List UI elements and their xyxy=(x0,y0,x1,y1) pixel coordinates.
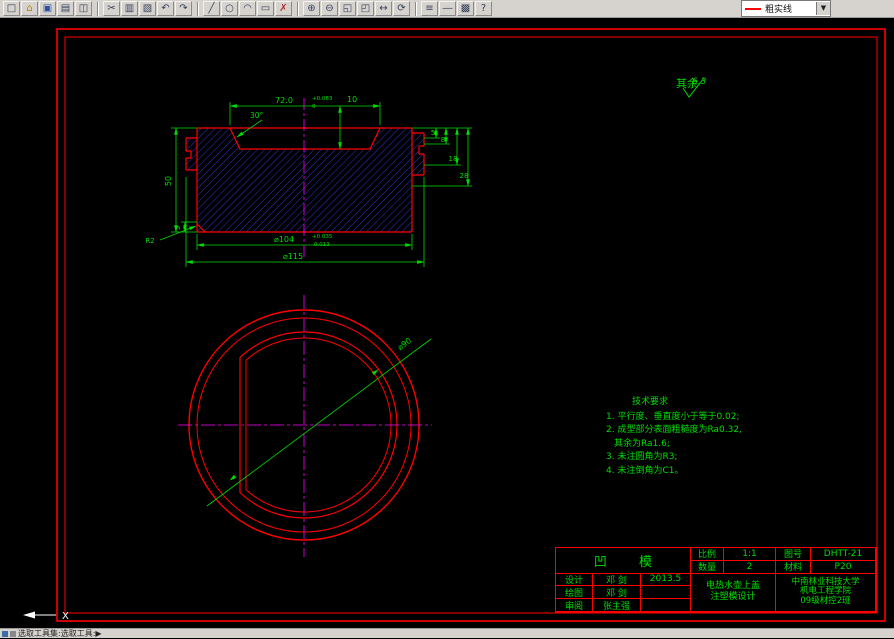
layers-button[interactable]: ≡ xyxy=(421,1,438,16)
cut-button[interactable]: ✂ xyxy=(103,1,120,16)
print-button[interactable]: ▤ xyxy=(57,1,74,16)
drawing-area[interactable]: 72.0 +0.083 0 10 30° 5 8 18 28 50 5 R2 ⌀… xyxy=(0,18,894,628)
color-button[interactable]: ▩ xyxy=(457,1,474,16)
redraw-button[interactable]: ⟳ xyxy=(393,1,410,16)
dim-18-label: 18 xyxy=(449,155,458,163)
dim-5-right-label: 5 xyxy=(431,129,435,137)
dim-72-tol-upper: +0.083 xyxy=(312,96,333,102)
tech-req-line: 3. 未注圆角为R3; xyxy=(606,452,678,462)
dim-50-label: 50 xyxy=(164,176,173,186)
quantity-label: 数量 xyxy=(691,560,724,574)
reviewer-name: 张主强 xyxy=(593,599,641,612)
reviewer-label: 审阅 xyxy=(556,599,593,612)
circle-view: ⌀90 xyxy=(178,295,432,557)
circle-tool-button[interactable]: ○ xyxy=(221,1,238,16)
toolbar-separator xyxy=(415,1,417,16)
save-button[interactable]: ▣ xyxy=(39,1,56,16)
main-toolbar: □ ⌂ ▣ ▤ ◫ ✂ ▥ ▧ ↶ ↷ ╱ ○ ◠ ▭ ✗ ⊕ ⊖ ◱ ◰ ↔ … xyxy=(0,0,894,18)
copy-button[interactable]: ▥ xyxy=(121,1,138,16)
tech-req-title: 技术要求 xyxy=(632,397,669,407)
status-bar: 选取工具集:选取工具:▶ xyxy=(0,628,894,638)
drawing-canvas[interactable]: 72.0 +0.083 0 10 30° 5 8 18 28 50 5 R2 ⌀… xyxy=(0,18,894,628)
erase-button[interactable]: ✗ xyxy=(275,1,292,16)
scale-label: 比例 xyxy=(691,548,724,561)
reviewer-date xyxy=(641,599,691,612)
dim-72-tol-lower: 0 xyxy=(312,104,316,110)
new-button[interactable]: □ xyxy=(3,1,20,16)
dim-115-label: ⌀115 xyxy=(283,252,303,261)
x-axis-arrow-icon xyxy=(23,611,35,619)
part-name: 凹 模 xyxy=(556,548,691,574)
scale-value: 1:1 xyxy=(724,548,776,561)
material-label: 材料 xyxy=(776,560,811,574)
paste-button[interactable]: ▧ xyxy=(139,1,156,16)
status-text: 选取工具集:选取工具:▶ xyxy=(18,629,102,638)
dim-10-label: 10 xyxy=(347,95,357,104)
tech-req-line: 4. 未注倒角为C1。 xyxy=(606,465,684,476)
section-hatch xyxy=(197,128,412,232)
dim-104-label: ⌀104 xyxy=(274,235,294,244)
roughness-symbol-icon: 6.3 xyxy=(682,77,707,98)
linestyle-preview-icon xyxy=(745,7,761,10)
undo-button[interactable]: ↶ xyxy=(157,1,174,16)
toolbar-separator xyxy=(197,1,199,16)
linetype-button[interactable]: ― xyxy=(439,1,456,16)
zoom-all-button[interactable]: ◰ xyxy=(357,1,374,16)
combo-dropdown-icon[interactable]: ▼ xyxy=(816,2,830,15)
toolbar-separator xyxy=(297,1,299,16)
line-tool-button[interactable]: ╱ xyxy=(203,1,220,16)
designer-label: 设计 xyxy=(556,573,593,587)
dim-104-tol-lower: -0.013 xyxy=(312,242,330,248)
section-view xyxy=(185,98,425,258)
designer-name: 邓 剑 xyxy=(593,573,641,587)
project-name: 电热水壶上盖 注塑模设计 xyxy=(691,573,776,612)
pan-button[interactable]: ↔ xyxy=(375,1,392,16)
arc-tool-button[interactable]: ◠ xyxy=(239,1,256,16)
organization: 中南林业科技大学 机电工程学院 09级材控2班 xyxy=(776,573,876,612)
zoom-out-button[interactable]: ⊖ xyxy=(321,1,338,16)
zoom-window-button[interactable]: ◱ xyxy=(339,1,356,16)
open-button[interactable]: ⌂ xyxy=(21,1,38,16)
dim-r2-label: R2 xyxy=(145,237,154,245)
material-value: P20 xyxy=(811,560,876,574)
tech-req-line: 1. 平行度、垂直度小于等于0.02; xyxy=(606,411,740,422)
svg-text:6.3: 6.3 xyxy=(692,77,707,87)
tech-req-line: 2. 成型部分表面粗糙度为Ra0.32, xyxy=(606,425,742,435)
design-date: 2013.5 xyxy=(641,573,691,587)
x-axis-label: X xyxy=(62,611,69,622)
ucs-axis: X xyxy=(23,611,69,622)
quantity-value: 2 xyxy=(724,560,776,574)
zoom-in-button[interactable]: ⊕ xyxy=(303,1,320,16)
technical-requirements: 技术要求 1. 平行度、垂直度小于等于0.02; 2. 成型部分表面粗糙度为Ra… xyxy=(606,396,742,478)
drawing-frame xyxy=(56,28,886,622)
drawing-no-value: DHTT-21 xyxy=(811,548,876,561)
layer-combo-value: 粗实线 xyxy=(765,5,793,15)
dim-72-label: 72.0 xyxy=(275,96,293,105)
rectangle-tool-button[interactable]: ▭ xyxy=(257,1,274,16)
title-block: 凹 模 比例 1:1 数量 2 图号 DHTT-21 材料 P20 设计 邓 剑… xyxy=(555,547,877,613)
toolbar-separator xyxy=(97,1,99,16)
tech-req-line: 其余为Ra1.6; xyxy=(614,438,670,449)
dim-90-label: ⌀90 xyxy=(396,336,413,352)
dim-30deg-label: 30° xyxy=(250,111,264,120)
status-icon[interactable] xyxy=(2,630,8,637)
dim-28-label: 28 xyxy=(460,172,469,180)
status-icon[interactable] xyxy=(10,630,16,637)
print-preview-button[interactable]: ◫ xyxy=(75,1,92,16)
redo-button[interactable]: ↷ xyxy=(175,1,192,16)
dim-5-left-label: 5 xyxy=(174,226,182,230)
drafter-date xyxy=(641,586,691,600)
drafter-label: 绘图 xyxy=(556,586,593,600)
drawing-no-label: 图号 xyxy=(776,548,811,561)
surface-roughness-note: 其余 6.3 xyxy=(676,75,707,98)
layer-combo[interactable]: 粗实线 ▼ xyxy=(741,0,831,17)
drafter-name: 邓 剑 xyxy=(593,586,641,600)
help-button[interactable]: ? xyxy=(475,1,492,16)
dim-8-label: 8 xyxy=(441,136,445,144)
dim-104-tol-upper: +0.035 xyxy=(312,234,333,240)
